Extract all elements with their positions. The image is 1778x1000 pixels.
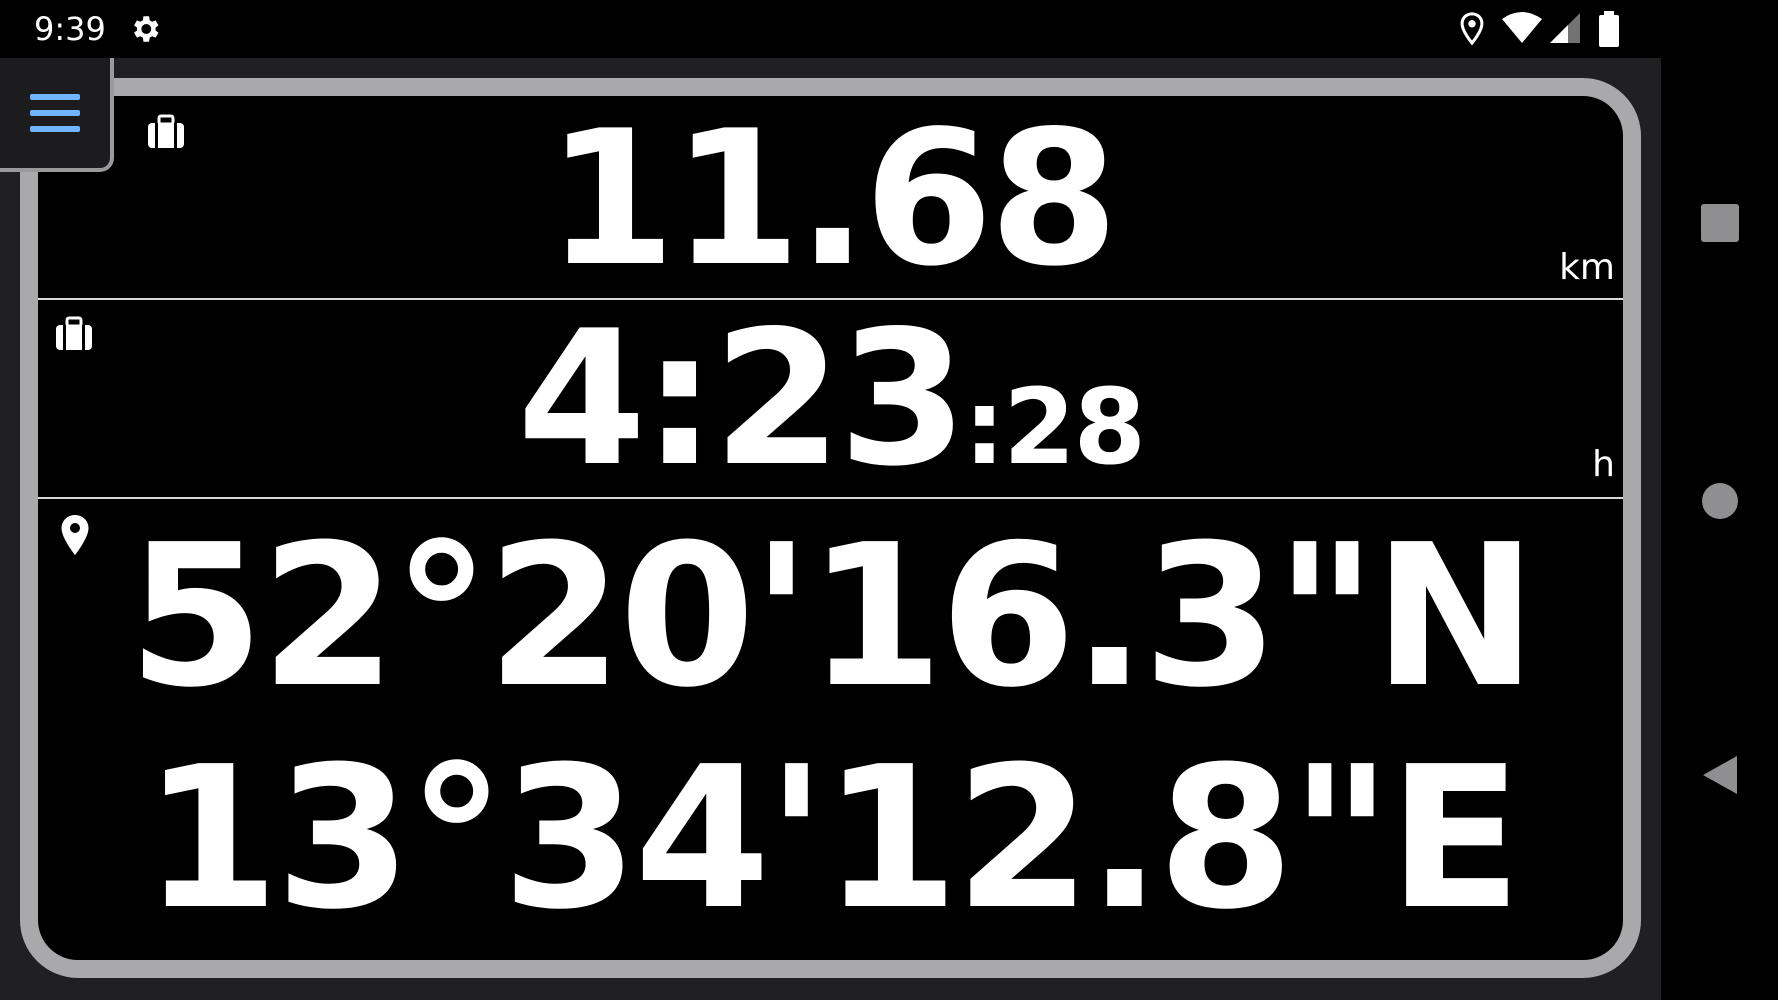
time-seconds: :28 bbox=[963, 366, 1146, 488]
time-row[interactable]: 4:23:28 h bbox=[38, 300, 1623, 499]
hamburger-menu-icon bbox=[30, 94, 80, 132]
battery-icon bbox=[1599, 11, 1619, 47]
menu-button[interactable] bbox=[0, 58, 114, 172]
navigation-bar bbox=[1661, 58, 1778, 1000]
distance-row[interactable]: 11.68 km bbox=[38, 96, 1623, 300]
app-content: 11.68 km 4:23:28 h 52°20'16.3"N 13°34'12… bbox=[0, 58, 1661, 1000]
distance-value: 11.68 bbox=[546, 90, 1118, 307]
location-row[interactable]: 52°20'16.3"N 13°34'12.8"E bbox=[38, 499, 1623, 960]
back-triangle-icon[interactable] bbox=[1697, 752, 1743, 798]
circle-icon[interactable] bbox=[1697, 478, 1743, 524]
dashboard-frame: 11.68 km 4:23:28 h 52°20'16.3"N 13°34'12… bbox=[20, 78, 1641, 978]
time-value: 4:23:28 bbox=[38, 304, 1623, 522]
distance-unit: km bbox=[1559, 247, 1615, 288]
latitude-value: 52°20'16.3"N bbox=[127, 503, 1537, 731]
status-bar: 9:39 bbox=[0, 0, 1778, 58]
gear-icon bbox=[134, 16, 159, 42]
longitude-value: 13°34'12.8"E bbox=[142, 725, 1522, 953]
wifi-icon bbox=[1502, 12, 1542, 43]
time-unit: h bbox=[1592, 444, 1615, 485]
status-time: 9:39 bbox=[34, 10, 106, 48]
screen: 9:39 11.68 km 4:23:28 h 52°20'16.3"N 13°… bbox=[0, 0, 1778, 1000]
time-hours-minutes: 4:23 bbox=[517, 290, 968, 507]
location-icon bbox=[1460, 12, 1484, 46]
status-icons bbox=[1458, 11, 1628, 47]
signal-icon bbox=[1550, 13, 1580, 43]
square-icon[interactable] bbox=[1697, 200, 1743, 246]
